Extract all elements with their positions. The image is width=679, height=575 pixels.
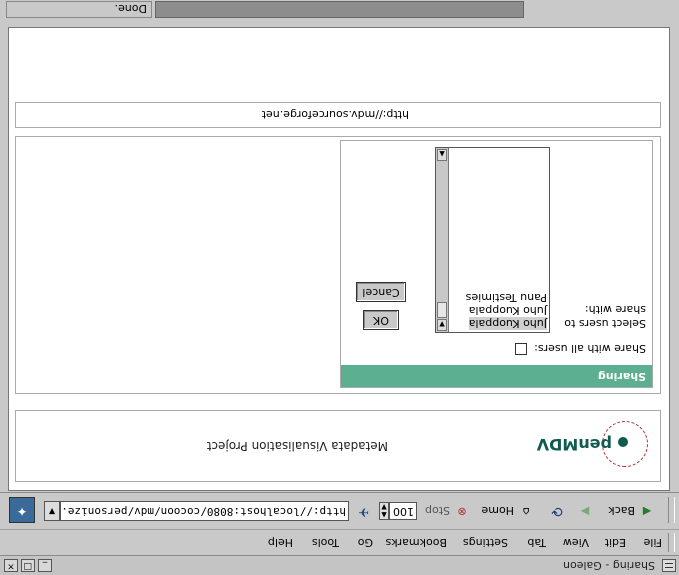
status-message-area: Done.: [6, 1, 152, 18]
progress-bar: [155, 1, 524, 18]
home-button[interactable]: ⌂ Home: [482, 503, 534, 519]
title-bar[interactable]: Sharing - Galeon _ □ ×: [0, 555, 679, 575]
maximize-button[interactable]: □: [21, 559, 35, 572]
stop-icon: ⊗: [457, 505, 467, 518]
reload-button[interactable]: ⟳: [549, 503, 565, 519]
footer-url-link[interactable]: http://mdv.sourceforge.net: [262, 108, 409, 121]
menu-view[interactable]: View: [563, 536, 589, 549]
page-location-icon[interactable]: ✈: [351, 503, 369, 519]
share-all-checkbox[interactable]: [515, 343, 527, 355]
back-button[interactable]: ◀ Back: [608, 503, 655, 519]
menu-settings[interactable]: Settings: [463, 536, 508, 549]
horizontal-scroll-area: [0, 19, 679, 27]
page-content: penMDV Metadata Visualisation Project Sh…: [8, 27, 670, 491]
openmdv-logo-text: penMDV: [536, 435, 612, 454]
menu-edit[interactable]: Edit: [605, 536, 626, 549]
url-input[interactable]: http://localhost:8080/cocoon/mdv/personi…: [60, 501, 349, 521]
menubar-grip-handle[interactable]: [668, 533, 675, 552]
window-menu-icon[interactable]: [662, 559, 676, 572]
users-listbox[interactable]: Juho Kuoppala Juho Kuoppala Panu Testimi…: [435, 147, 550, 333]
menu-tab[interactable]: Tab: [527, 536, 546, 549]
back-label: Back: [608, 504, 635, 518]
menu-help[interactable]: Help: [268, 536, 293, 549]
forward-button[interactable]: ▶: [577, 503, 593, 519]
select-users-label-line2: share with:: [584, 303, 646, 316]
stop-button[interactable]: ⊗ Stop: [425, 503, 470, 519]
window-title: Sharing - Galeon: [563, 559, 655, 572]
toolbar: ◀ Back ▶ ⟳ ⌂ Home ⊗ Stop 100 ▲ ▼ ✈ http:/…: [0, 492, 679, 528]
project-title: Metadata Visualisation Project: [206, 439, 388, 453]
status-bar: Done.: [0, 0, 679, 19]
select-users-label: Select users to: [564, 317, 646, 330]
menu-go[interactable]: Go: [358, 536, 373, 549]
users-scrollbar[interactable]: ▼ ▲: [436, 148, 449, 332]
menu-tools[interactable]: Tools: [312, 536, 339, 549]
ok-button[interactable]: OK: [363, 310, 399, 330]
menu-file[interactable]: File: [644, 536, 662, 549]
openmdv-logo-dot: [618, 437, 628, 447]
url-history-dropdown[interactable]: ▼: [44, 501, 60, 521]
close-button[interactable]: ×: [4, 559, 18, 572]
browser-window: Sharing - Galeon _ □ × File Edit View Ta…: [0, 0, 679, 575]
zoom-input[interactable]: 100: [389, 502, 417, 520]
reload-icon: ⟳: [551, 503, 563, 519]
status-text: Done.: [114, 2, 147, 15]
main-panel: Sharing Share with all users: Select use…: [15, 136, 661, 394]
back-arrow-icon: ◀: [642, 505, 652, 518]
zoom-spinner[interactable]: ▲ ▼: [379, 502, 389, 520]
menu-bookmarks[interactable]: Bookmarks: [386, 536, 447, 549]
browser-throbber-icon: ✦: [9, 497, 35, 523]
cancel-button[interactable]: Cancel: [356, 282, 406, 302]
home-label: Home: [481, 504, 514, 518]
toolbar-grip-handle[interactable]: [668, 497, 675, 523]
footer-url-panel: http://mdv.sourceforge.net: [15, 102, 661, 128]
list-item[interactable]: Juho Kuoppala: [469, 304, 547, 317]
scroll-down-arrow-icon[interactable]: ▲: [437, 149, 447, 161]
share-all-label: Share with all users:: [534, 342, 646, 355]
list-item[interactable]: Juho Kuoppala: [468, 317, 547, 330]
minimize-button[interactable]: _: [38, 559, 52, 572]
home-icon: ⌂: [522, 505, 530, 518]
stop-label: Stop: [424, 504, 450, 518]
scroll-up-arrow-icon[interactable]: ▼: [437, 319, 447, 331]
list-item[interactable]: Panu Testimies: [466, 291, 547, 304]
project-header: penMDV Metadata Visualisation Project: [15, 410, 661, 482]
sharing-box: Sharing Share with all users: Select use…: [340, 140, 653, 388]
forward-arrow-icon: ▶: [580, 505, 590, 518]
menu-bar: File Edit View Tab Settings Bookmarks Go…: [0, 529, 679, 555]
scrollbar-thumb[interactable]: [437, 302, 447, 318]
sharing-header: Sharing: [341, 365, 652, 387]
